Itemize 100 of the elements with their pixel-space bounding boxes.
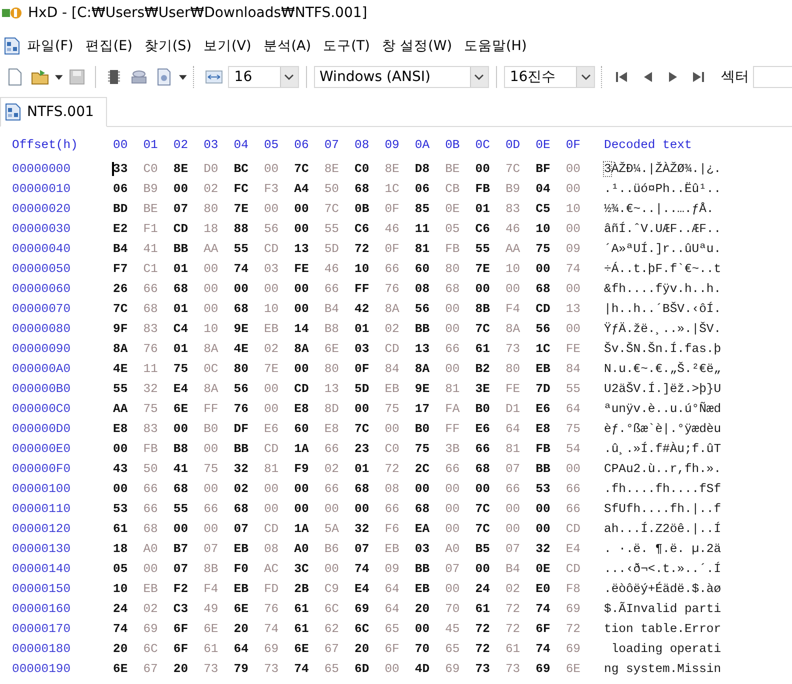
hex-byte: 66 bbox=[143, 482, 158, 496]
hex-byte: 00 bbox=[143, 562, 158, 576]
hex-byte: 10 bbox=[354, 262, 370, 276]
new-file-icon[interactable] bbox=[6, 68, 24, 86]
decoded-text: |h..h..´BŠV.‹ôÍ. bbox=[603, 302, 722, 316]
hex-byte: 66 bbox=[143, 282, 158, 296]
hex-byte: 7C bbox=[475, 502, 490, 516]
menu-item[interactable]: 보기(V) bbox=[198, 35, 256, 57]
hex-byte: 07 bbox=[173, 202, 188, 216]
hex-byte: 03 bbox=[414, 542, 430, 556]
hex-byte: 7C bbox=[505, 162, 520, 176]
hex-byte: 61 bbox=[505, 642, 520, 656]
hex-byte: C0 bbox=[143, 162, 158, 176]
offset-cell-text: 00000130 bbox=[12, 542, 72, 556]
hex-byte: 7C bbox=[294, 162, 309, 176]
hex-byte: B4 bbox=[113, 242, 128, 256]
hex-byte: CD bbox=[384, 342, 400, 356]
open-folder-icon[interactable] bbox=[31, 68, 50, 86]
hex-byte: 00 bbox=[264, 282, 279, 296]
hex-byte: 67 bbox=[324, 642, 339, 656]
disk-drive-icon[interactable] bbox=[130, 68, 148, 86]
hex-byte: 07 bbox=[505, 462, 520, 476]
column-width-icon[interactable] bbox=[204, 68, 223, 86]
hex-byte: 68 bbox=[173, 482, 188, 496]
hex-byte: 00 bbox=[294, 362, 309, 376]
menu-item[interactable]: 창 설정(W) bbox=[376, 35, 458, 57]
offset-base-dropdown[interactable]: 16진수 bbox=[504, 66, 596, 88]
hex-byte: 02 bbox=[505, 582, 520, 596]
hex-byte: 00 bbox=[264, 502, 279, 516]
caret-icon[interactable] bbox=[54, 74, 63, 80]
hex-byte: 81 bbox=[264, 462, 279, 476]
hex-byte: 7C bbox=[324, 202, 339, 216]
offset-cell-text: 000000A0 bbox=[12, 362, 72, 376]
hex-byte: 1C bbox=[536, 342, 550, 356]
chevron-down-icon[interactable] bbox=[580, 74, 591, 80]
bytes-per-row-dropdown[interactable]: 16 bbox=[228, 66, 299, 88]
document-icon[interactable] bbox=[155, 68, 174, 86]
hex-byte: 6F bbox=[173, 622, 188, 636]
chevron-down-icon[interactable] bbox=[284, 74, 294, 80]
hex-byte: 72 bbox=[475, 642, 490, 656]
caret-icon[interactable] bbox=[179, 74, 187, 80]
hex-byte: 02 bbox=[324, 462, 339, 476]
hex-byte: 3C bbox=[294, 562, 309, 576]
hex-byte: 0E bbox=[536, 562, 550, 576]
hex-byte: 6F bbox=[384, 642, 400, 656]
hex-byte: 06 bbox=[113, 182, 128, 196]
menu-item[interactable]: 분석(A) bbox=[258, 35, 316, 57]
file-tab[interactable]: NTFS.001 bbox=[0, 97, 107, 127]
hex-byte: 60 bbox=[294, 422, 309, 436]
hex-byte: BE bbox=[143, 202, 158, 216]
hex-byte: 8A bbox=[384, 302, 400, 316]
hex-byte: 4E bbox=[234, 342, 248, 356]
hex-byte: 8A bbox=[414, 362, 430, 376]
hex-byte: 7D bbox=[536, 382, 550, 396]
hex-byte: C4 bbox=[173, 322, 188, 336]
hex-byte: 80 bbox=[505, 362, 520, 376]
hex-byte: 68 bbox=[445, 282, 460, 296]
hex-byte: 01 bbox=[173, 262, 188, 276]
menu-item[interactable]: 편집(E) bbox=[80, 35, 138, 57]
chevron-down-icon[interactable] bbox=[474, 74, 484, 80]
hex-byte: 45 bbox=[445, 622, 460, 636]
hex-byte: 84 bbox=[566, 362, 580, 376]
hex-byte: 10 bbox=[536, 222, 550, 236]
hex-byte: 6E bbox=[294, 642, 309, 656]
charset-dropdown[interactable]: Windows (ANSI) bbox=[314, 66, 489, 88]
menu-item[interactable]: 도움말(H) bbox=[459, 35, 532, 57]
hex-byte: 06 bbox=[414, 182, 430, 196]
hex-byte: 64 bbox=[384, 582, 400, 596]
sector-field[interactable] bbox=[753, 66, 792, 88]
menu-item[interactable]: 도구(T) bbox=[318, 35, 375, 57]
hex-byte: 4D bbox=[414, 662, 430, 676]
hex-byte: 4E bbox=[113, 362, 128, 376]
hex-byte: 00 bbox=[204, 262, 218, 276]
hex-byte: B8 bbox=[173, 442, 188, 456]
hex-byte: 18 bbox=[113, 542, 128, 556]
hex-byte: 74 bbox=[536, 642, 550, 656]
hex-byte: 00 bbox=[294, 502, 309, 516]
hex-byte: 66 bbox=[324, 482, 339, 496]
hex-byte: 0C bbox=[204, 362, 218, 376]
hex-byte: FB bbox=[143, 442, 158, 456]
menu-item[interactable]: 파일(F) bbox=[22, 35, 78, 57]
hex-byte: F0 bbox=[234, 562, 248, 576]
decoded-text: U2äŠV.Í.]ëž.>þ}U bbox=[603, 382, 722, 396]
hex-byte: 02 bbox=[264, 342, 279, 356]
hex-byte: 26 bbox=[113, 282, 128, 296]
offset-cell-text: 00000120 bbox=[12, 522, 72, 536]
decoded-text: N.u.€~.€.„Š.²€ë„ bbox=[603, 362, 722, 376]
hex-byte: 8A bbox=[204, 342, 218, 356]
hex-byte: F1 bbox=[143, 222, 158, 236]
menu-item[interactable]: 찾기(S) bbox=[139, 35, 196, 57]
hex-byte: AA bbox=[204, 242, 218, 256]
hex-byte: F2 bbox=[173, 582, 188, 596]
hex-byte: B2 bbox=[475, 362, 490, 376]
hex-byte: 66 bbox=[445, 342, 460, 356]
hex-byte: EA bbox=[414, 522, 430, 536]
hex-byte: 00 bbox=[173, 422, 188, 436]
hex-byte: 01 bbox=[475, 202, 490, 216]
hex-byte: F3 bbox=[264, 182, 279, 196]
hex-byte: 46 bbox=[324, 262, 339, 276]
hex-byte: FB bbox=[475, 182, 490, 196]
